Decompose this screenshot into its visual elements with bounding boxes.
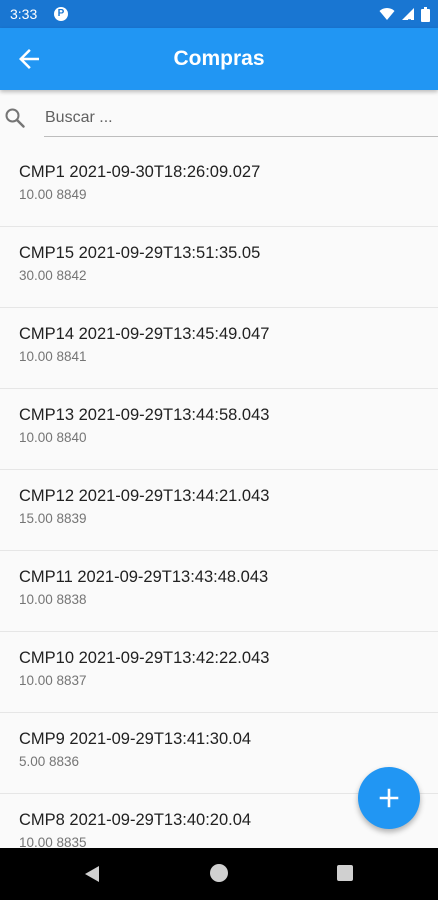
status-bar: 3:33 P bbox=[0, 0, 438, 28]
system-nav-bar bbox=[0, 848, 438, 900]
list-item[interactable]: CMP1 2021-09-30T18:26:09.027 10.00 8849 bbox=[0, 146, 438, 227]
page-title: Compras bbox=[173, 47, 265, 70]
item-title: CMP8 2021-09-29T13:40:20.04 bbox=[19, 811, 252, 829]
item-title: CMP12 2021-09-29T13:44:21.043 bbox=[19, 487, 270, 505]
item-title: CMP10 2021-09-29T13:42:22.043 bbox=[19, 649, 270, 667]
item-title: CMP15 2021-09-29T13:51:35.05 bbox=[19, 244, 261, 262]
item-subtitle: 10.00 8849 bbox=[19, 187, 87, 202]
item-subtitle: 15.00 8839 bbox=[19, 511, 87, 526]
nav-recents-icon[interactable] bbox=[337, 865, 353, 881]
compras-list: CMP1 2021-09-30T18:26:09.027 10.00 8849 … bbox=[0, 146, 438, 848]
app-bar: Compras bbox=[0, 28, 438, 90]
search-bar bbox=[0, 92, 438, 146]
signal-icon bbox=[402, 8, 414, 21]
status-time: 3:33 bbox=[10, 6, 38, 22]
item-title: CMP11 2021-09-29T13:43:48.043 bbox=[19, 568, 269, 586]
wifi-icon bbox=[379, 8, 395, 20]
search-input[interactable] bbox=[44, 100, 438, 137]
item-subtitle: 10.00 8835 bbox=[19, 835, 87, 848]
item-subtitle: 30.00 8842 bbox=[19, 268, 87, 283]
item-title: CMP1 2021-09-30T18:26:09.027 bbox=[19, 163, 261, 181]
plus-icon bbox=[379, 788, 399, 808]
status-icons bbox=[379, 6, 430, 22]
item-subtitle: 10.00 8838 bbox=[19, 592, 87, 607]
list-item[interactable]: CMP15 2021-09-29T13:51:35.05 30.00 8842 bbox=[0, 227, 438, 308]
battery-icon bbox=[421, 6, 430, 22]
list-item[interactable]: CMP13 2021-09-29T13:44:58.043 10.00 8840 bbox=[0, 389, 438, 470]
item-subtitle: 5.00 8836 bbox=[19, 754, 80, 769]
list-item[interactable]: CMP10 2021-09-29T13:42:22.043 10.00 8837 bbox=[0, 632, 438, 713]
item-title: CMP14 2021-09-29T13:45:49.047 bbox=[19, 325, 270, 343]
item-title: CMP9 2021-09-29T13:41:30.04 bbox=[19, 730, 252, 748]
item-title: CMP13 2021-09-29T13:44:58.043 bbox=[19, 406, 270, 424]
add-compra-button[interactable] bbox=[358, 767, 420, 829]
nav-home-icon[interactable] bbox=[210, 864, 228, 882]
list-item[interactable]: CMP11 2021-09-29T13:43:48.043 10.00 8838 bbox=[0, 551, 438, 632]
list-item[interactable]: CMP12 2021-09-29T13:44:21.043 15.00 8839 bbox=[0, 470, 438, 551]
app-notification-icon: P bbox=[54, 7, 68, 21]
item-subtitle: 10.00 8840 bbox=[19, 430, 87, 445]
nav-back-icon[interactable] bbox=[84, 865, 100, 883]
item-subtitle: 10.00 8837 bbox=[19, 673, 87, 688]
search-icon bbox=[3, 106, 27, 135]
list-item[interactable]: CMP14 2021-09-29T13:45:49.047 10.00 8841 bbox=[0, 308, 438, 389]
item-subtitle: 10.00 8841 bbox=[19, 349, 87, 364]
